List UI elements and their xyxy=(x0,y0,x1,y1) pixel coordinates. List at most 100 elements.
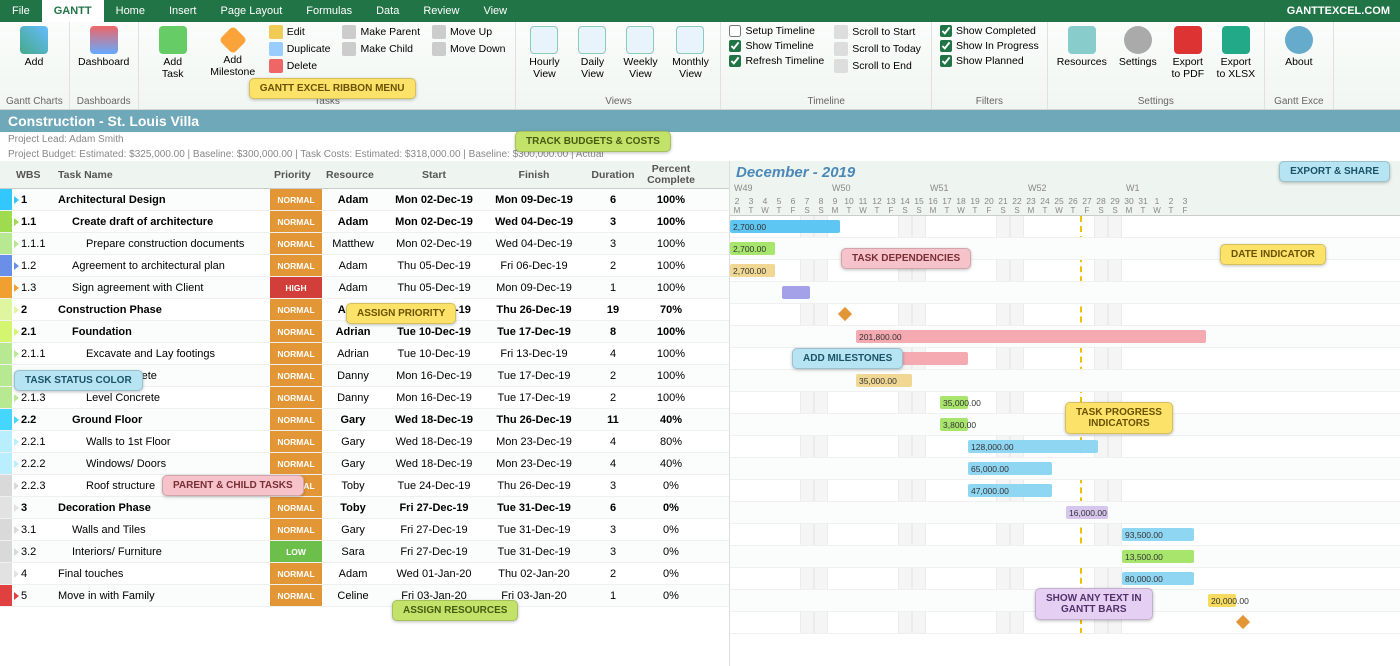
callout-track-budgets: TRACK BUDGETS & COSTS xyxy=(515,131,671,152)
gantt-bar[interactable]: 35,000.00 xyxy=(856,374,912,387)
gantt-row[interactable]: 201,800.00 xyxy=(730,326,1400,348)
gantt-row[interactable] xyxy=(730,304,1400,326)
tab-data[interactable]: Data xyxy=(364,0,411,22)
table-row[interactable]: 2.1.1Excavate and Lay footingsNORMALAdri… xyxy=(0,343,729,365)
table-row[interactable]: 5Move in with FamilyNORMALCelineFri 03-J… xyxy=(0,585,729,607)
setup-timeline-check[interactable]: Setup Timeline xyxy=(727,24,826,38)
tab-file[interactable]: File xyxy=(0,0,42,22)
duplicate-button[interactable]: Duplicate xyxy=(265,41,335,57)
table-row[interactable]: 2.2.1Walls to 1st FloorNORMALGaryWed 18-… xyxy=(0,431,729,453)
col-priority[interactable]: Priority xyxy=(270,169,322,181)
export-xlsx-button[interactable]: Export to XLSX xyxy=(1214,24,1258,80)
gantt-row[interactable]: 47,000.00 xyxy=(730,480,1400,502)
make-parent-button[interactable]: Make Parent xyxy=(338,24,424,40)
tab-insert[interactable]: Insert xyxy=(157,0,209,22)
tab-view[interactable]: View xyxy=(471,0,519,22)
daily-view-button[interactable]: Daily View xyxy=(570,24,614,80)
project-title: Construction - St. Louis Villa xyxy=(0,110,1400,132)
table-row[interactable]: 3.1Walls and TilesNORMALGaryFri 27-Dec-1… xyxy=(0,519,729,541)
edit-button[interactable]: Edit xyxy=(265,24,335,40)
gantt-bar[interactable]: 128,000.00 xyxy=(968,440,1098,453)
col-finish[interactable]: Finish xyxy=(484,169,584,181)
table-row[interactable]: 2.2Ground FloorNORMALGaryWed 18-Dec-19Th… xyxy=(0,409,729,431)
table-row[interactable]: 3.2Interiors/ FurnitureLOWSaraFri 27-Dec… xyxy=(0,541,729,563)
gantt-bar[interactable]: 2,700.00 xyxy=(730,264,775,277)
tab-home[interactable]: Home xyxy=(104,0,157,22)
about-button[interactable]: About xyxy=(1271,24,1327,68)
table-row[interactable]: 1Architectural DesignNORMALAdamMon 02-De… xyxy=(0,189,729,211)
table-row[interactable]: 2.2.3Roof structureNORMALTobyTue 24-Dec-… xyxy=(0,475,729,497)
gantt-row[interactable]: 16,000.00 xyxy=(730,502,1400,524)
gantt-row[interactable]: 2,700.00 xyxy=(730,216,1400,238)
weekly-view-button[interactable]: Weekly View xyxy=(618,24,662,80)
table-row[interactable]: 4Final touchesNORMALAdamWed 01-Jan-20Thu… xyxy=(0,563,729,585)
refresh-timeline-check[interactable]: Refresh Timeline xyxy=(727,54,826,68)
gantt-bar[interactable]: 93,500.00 xyxy=(1122,528,1194,541)
col-duration[interactable]: Duration xyxy=(584,169,642,181)
tab-formulas[interactable]: Formulas xyxy=(294,0,364,22)
table-row[interactable]: 3Decoration PhaseNORMALTobyFri 27-Dec-19… xyxy=(0,497,729,519)
col-resource[interactable]: Resource xyxy=(322,169,384,181)
export-pdf-button[interactable]: Export to PDF xyxy=(1166,24,1210,80)
show-progress-check[interactable]: Show In Progress xyxy=(938,39,1041,53)
milestone-icon[interactable] xyxy=(838,307,852,321)
table-row[interactable]: 1.1.1Prepare construction documentsNORMA… xyxy=(0,233,729,255)
col-percent[interactable]: Percent Complete xyxy=(642,164,700,186)
callout-assign-resources: ASSIGN RESOURCES xyxy=(392,600,518,621)
move-down-button[interactable]: Move Down xyxy=(428,41,509,57)
gantt-bar[interactable]: 20,000.00 xyxy=(1208,594,1236,607)
delete-button[interactable]: Delete xyxy=(265,58,335,74)
make-child-button[interactable]: Make Child xyxy=(338,41,424,57)
scroll-end-button[interactable]: Scroll to End xyxy=(830,58,925,74)
dashboard-button[interactable]: Dashboard xyxy=(76,24,132,68)
gantt-row[interactable]: 93,500.00 xyxy=(730,524,1400,546)
gantt-row[interactable]: 128,000.00 xyxy=(730,436,1400,458)
add-task-button[interactable]: Add Task xyxy=(145,24,201,80)
table-row[interactable]: 1.2Agreement to architectural planNORMAL… xyxy=(0,255,729,277)
tab-review[interactable]: Review xyxy=(411,0,471,22)
move-up-button[interactable]: Move Up xyxy=(428,24,509,40)
col-name[interactable]: Task Name xyxy=(54,169,270,181)
table-row[interactable]: 2.1FoundationNORMALAdrianTue 10-Dec-19Tu… xyxy=(0,321,729,343)
gantt-bar[interactable]: 3,800.00 xyxy=(940,418,968,431)
gantt-bar[interactable]: 2,700.00 xyxy=(730,242,775,255)
table-row[interactable]: 2.2.2Windows/ DoorsNORMALGaryWed 18-Dec-… xyxy=(0,453,729,475)
show-timeline-check[interactable]: Show Timeline xyxy=(727,39,826,53)
settings-button[interactable]: Settings xyxy=(1114,24,1162,68)
scroll-start-button[interactable]: Scroll to Start xyxy=(830,24,925,40)
gantt-bar[interactable]: 80,000.00 xyxy=(1122,572,1194,585)
tab-pagelayout[interactable]: Page Layout xyxy=(208,0,294,22)
add-chart-button[interactable]: Add xyxy=(6,24,62,68)
milestone-icon[interactable] xyxy=(1236,615,1250,629)
show-planned-check[interactable]: Show Planned xyxy=(938,54,1041,68)
callout-ribbon-menu: GANTT EXCEL RIBBON MENU xyxy=(249,78,416,99)
gantt-bar[interactable]: 13,500.00 xyxy=(1122,550,1194,563)
add-milestone-button[interactable]: Add Milestone xyxy=(205,24,261,78)
col-wbs[interactable]: WBS xyxy=(12,169,54,181)
callout-export-share: EXPORT & SHARE xyxy=(1279,161,1390,182)
gantt-bar[interactable]: 47,000.00 xyxy=(968,484,1052,497)
monthly-view-button[interactable]: Monthly View xyxy=(666,24,714,80)
gantt-row[interactable] xyxy=(730,282,1400,304)
table-row[interactable]: 1.1Create draft of architectureNORMALAda… xyxy=(0,211,729,233)
gantt-bar[interactable]: 65,000.00 xyxy=(968,462,1052,475)
gantt-row[interactable]: 80,000.00 xyxy=(730,568,1400,590)
gantt-row[interactable]: 35,000.00 xyxy=(730,370,1400,392)
hourly-view-button[interactable]: Hourly View xyxy=(522,24,566,80)
scroll-today-button[interactable]: Scroll to Today xyxy=(830,41,925,57)
gantt-bar[interactable]: 16,000.00 xyxy=(1066,506,1108,519)
callout-parent-child: PARENT & CHILD TASKS xyxy=(162,475,304,496)
table-row[interactable]: 1.3Sign agreement with ClientHIGHAdamThu… xyxy=(0,277,729,299)
project-budget: Project Budget: Estimated: $325,000.00 |… xyxy=(0,147,1400,161)
gantt-bar[interactable] xyxy=(782,286,810,299)
tab-gantt[interactable]: GANTT xyxy=(42,0,104,22)
gantt-bar[interactable]: 201,800.00 xyxy=(856,330,1206,343)
gantt-bar[interactable]: 35,000.00 xyxy=(940,396,968,409)
gantt-bar[interactable]: 2,700.00 xyxy=(730,220,840,233)
col-start[interactable]: Start xyxy=(384,169,484,181)
resources-button[interactable]: Resources xyxy=(1054,24,1110,68)
gantt-row[interactable]: 65,000.00 xyxy=(730,458,1400,480)
show-completed-check[interactable]: Show Completed xyxy=(938,24,1041,38)
gantt-row[interactable]: 13,500.00 xyxy=(730,546,1400,568)
callout-status-color: TASK STATUS COLOR xyxy=(14,370,143,391)
